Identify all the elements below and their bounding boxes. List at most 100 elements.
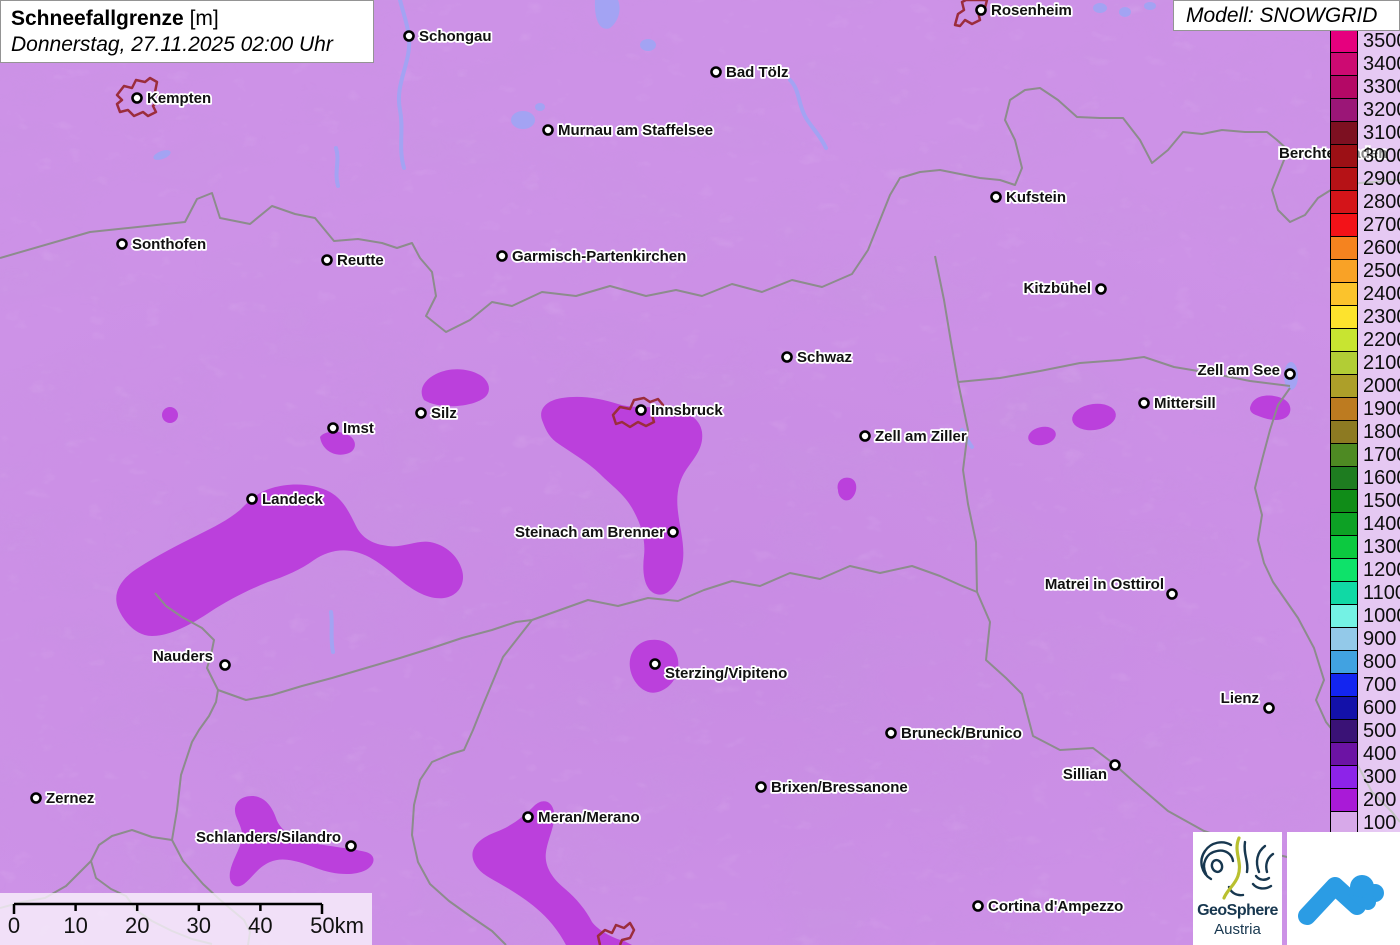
legend-value: 400	[1358, 743, 1396, 766]
legend-value: 1900	[1358, 398, 1400, 421]
legend-value: 1700	[1358, 444, 1400, 467]
map-title: Schneefallgrenze [m]	[11, 5, 363, 32]
legend-entry: 2600	[1330, 237, 1400, 260]
city-label: Zell am See	[1197, 362, 1280, 379]
city-label: Garmisch-Partenkirchen	[512, 248, 686, 265]
city-marker	[221, 661, 230, 670]
legend-entry: 3200	[1330, 99, 1400, 122]
legend-swatch	[1330, 191, 1358, 214]
legend-value: 3500	[1358, 30, 1400, 53]
legend-value: 500	[1358, 720, 1396, 743]
legend-swatch	[1330, 582, 1358, 605]
city-label: Steinach am Brenner	[515, 524, 665, 541]
city-label: Innsbruck	[651, 402, 723, 419]
city-label: Kempten	[147, 90, 211, 107]
scalebar-tick-label: 20	[125, 913, 149, 938]
legend-value: 2300	[1358, 306, 1400, 329]
mountain-cloud-logo-box	[1287, 832, 1400, 945]
city-marker	[992, 193, 1001, 202]
legend-entry: 2400	[1330, 283, 1400, 306]
legend-value: 2100	[1358, 352, 1400, 375]
geosphere-logo-icon	[1193, 832, 1282, 902]
legend-value: 700	[1358, 674, 1396, 697]
river-inn	[331, 612, 333, 652]
legend-swatch	[1330, 375, 1358, 398]
legend-entry: 3500	[1330, 30, 1400, 53]
legend-value: 3400	[1358, 53, 1400, 76]
city-label: Schongau	[419, 28, 492, 45]
city-label: Landeck	[262, 491, 324, 508]
legend-value: 1800	[1358, 421, 1400, 444]
city-label: Reutte	[337, 252, 384, 269]
city-marker	[1168, 590, 1177, 599]
legend-swatch	[1330, 628, 1358, 651]
legend-entry: 3000	[1330, 145, 1400, 168]
city-label: Brixen/Bressanone	[771, 779, 908, 796]
legend-swatch	[1330, 421, 1358, 444]
city-label: Nauders	[153, 648, 213, 665]
legend-entry: 800	[1330, 651, 1400, 674]
legend-swatch	[1330, 214, 1358, 237]
city-label: Murnau am Staffelsee	[558, 122, 713, 139]
legend-value: 2000	[1358, 375, 1400, 398]
legend-value: 2600	[1358, 237, 1400, 260]
city-marker	[1097, 285, 1106, 294]
city-label: Zernez	[46, 790, 94, 807]
title-unit: [m]	[190, 7, 219, 30]
city-marker	[757, 783, 766, 792]
city-marker	[712, 68, 721, 77]
city-label: Bad Tölz	[726, 64, 789, 81]
title-parameter: Schneefallgrenze	[11, 7, 184, 30]
city-label: Silz	[431, 405, 457, 422]
city-label: Zell am Ziller	[875, 428, 967, 445]
city-marker	[329, 424, 338, 433]
city-marker	[32, 794, 41, 803]
city-marker	[1265, 704, 1274, 713]
legend-swatch	[1330, 444, 1358, 467]
legend-value: 2800	[1358, 191, 1400, 214]
legend-swatch	[1330, 76, 1358, 99]
city-label: Schlanders/Silandro	[196, 829, 341, 846]
city-marker	[974, 902, 983, 911]
legend-swatch	[1330, 513, 1358, 536]
river-lech-fuessen	[336, 148, 338, 186]
legend-entry: 1500	[1330, 490, 1400, 513]
city-label: Matrei in Osttirol	[1045, 576, 1164, 593]
legend-swatch	[1330, 743, 1358, 766]
city-marker	[669, 528, 678, 537]
city-marker	[861, 432, 870, 441]
legend-swatch	[1330, 605, 1358, 628]
city-marker	[524, 813, 533, 822]
city-marker	[347, 842, 356, 851]
city-marker	[498, 252, 507, 261]
map-datetime: Donnerstag, 27.11.2025 02:00 Uhr	[11, 32, 363, 58]
legend-value: 1400	[1358, 513, 1400, 536]
legend-entry: 1000	[1330, 605, 1400, 628]
city-marker	[1111, 761, 1120, 770]
legend-swatch	[1330, 490, 1358, 513]
legend-swatch	[1330, 398, 1358, 421]
legend-value: 2400	[1358, 283, 1400, 306]
legend-swatch	[1330, 674, 1358, 697]
city-marker	[133, 94, 142, 103]
city-marker	[1286, 370, 1295, 379]
legend-swatch	[1330, 53, 1358, 76]
legend-entry: 2900	[1330, 168, 1400, 191]
legend-swatch	[1330, 467, 1358, 490]
geosphere-logo-country: Austria	[1193, 921, 1282, 938]
legend-swatch	[1330, 329, 1358, 352]
legend-swatch	[1330, 283, 1358, 306]
legend-value: 3300	[1358, 76, 1400, 99]
legend-entry: 2300	[1330, 306, 1400, 329]
legend-entry: 2800	[1330, 191, 1400, 214]
legend-swatch	[1330, 720, 1358, 743]
city-label: Lienz	[1221, 690, 1259, 707]
city-marker	[323, 256, 332, 265]
legend-swatch	[1330, 766, 1358, 789]
city-label: Sterzing/Vipiteno	[665, 665, 787, 682]
legend-entry: 2100	[1330, 352, 1400, 375]
city-marker	[118, 240, 127, 249]
legend-value: 1100	[1358, 582, 1400, 605]
legend-entry: 1100	[1330, 582, 1400, 605]
lake-kochelsee	[640, 39, 656, 51]
